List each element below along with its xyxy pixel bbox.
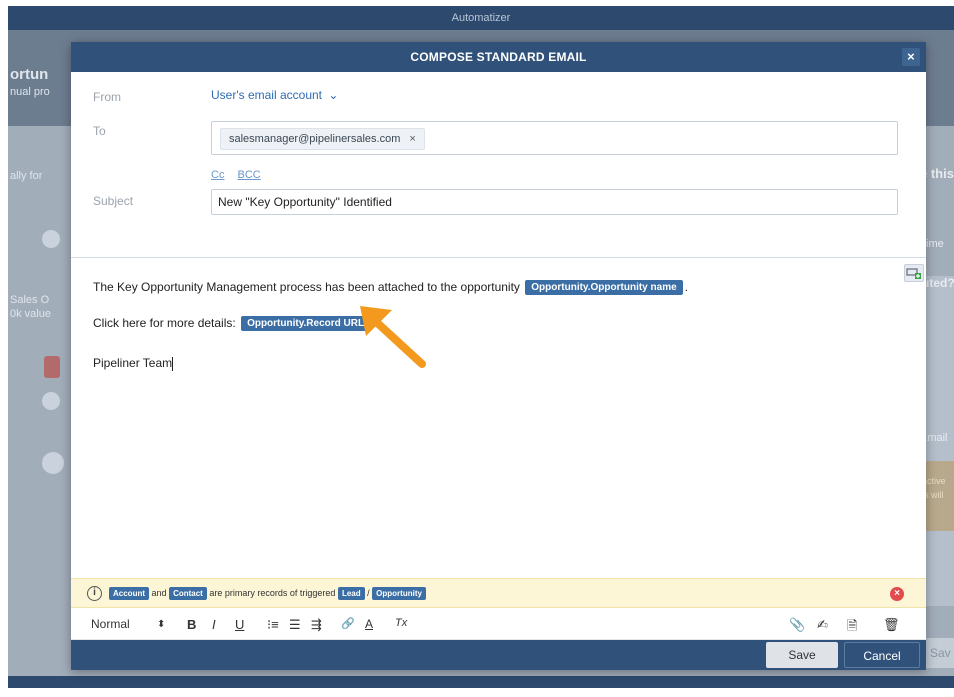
signature-text: Pipeliner Team [93,356,173,370]
indent-icon[interactable]: ⇶ [311,617,322,633]
subject-label: Subject [93,194,134,208]
pointer-arrow-icon [360,306,426,368]
ordered-list-icon[interactable]: ⁝≡ [267,617,279,633]
chevron-down-icon: ⌄ [328,88,339,102]
bg-save-button: Sav [922,638,954,668]
italic-button[interactable]: I [212,617,216,632]
format-arrows-icon[interactable]: ⬍ [157,619,165,630]
info-banner: i Account and Contact are primary record… [71,578,926,608]
close-icon[interactable]: × [902,48,920,66]
insert-field-icon[interactable] [904,264,924,282]
app-bottom-bar [8,676,954,688]
email-header-form: From User's email account ⌄ To salesmana… [71,72,926,258]
bg-right-text-2: ime [926,238,944,250]
to-field[interactable]: salesmanager@pipelinersales.com × [211,121,898,155]
info-slash: / [367,588,370,598]
info-text: Account and Contact are primary records … [109,587,426,600]
cc-bcc-links: Cc BCC [211,169,271,181]
bg-right-text-3: uted? [922,276,954,290]
subject-input[interactable]: New "Key Opportunity" Identified [211,189,898,215]
attachment-icon[interactable]: 📎 [789,617,805,633]
compose-email-dialog: COMPOSE STANDARD EMAIL × From User's ema… [71,42,926,670]
remove-recipient-icon[interactable]: × [409,133,415,145]
body-text-2: Click here for more details: [93,316,236,330]
template-icon[interactable]: 🗎 [847,617,857,639]
recipient-chip: salesmanager@pipelinersales.com × [220,128,425,150]
bg-add-circle [42,230,60,248]
tag-contact: Contact [169,587,207,600]
bg-text-3: ally for [10,170,43,182]
body-line-2: Click here for more details: Opportunity… [93,316,372,332]
merge-field-opportunity-name[interactable]: Opportunity.Opportunity name [525,280,683,296]
bullet-list-icon[interactable]: ☰ [289,617,301,633]
trash-icon[interactable]: 🗑 [883,617,900,633]
email-body-editor[interactable]: The Key Opportunity Management process h… [71,258,926,576]
format-select[interactable]: Normal [91,617,130,631]
clear-format-icon[interactable]: Tx [395,617,407,629]
bold-button[interactable]: B [187,617,196,632]
to-label: To [93,124,106,138]
dialog-title-bar: COMPOSE STANDARD EMAIL × [71,42,926,72]
bg-text-1: ortun [10,66,49,83]
recipient-email: salesmanager@pipelinersales.com [229,133,401,145]
body-line-1: The Key Opportunity Management process h… [93,280,688,296]
app-title: Automatizer [8,6,954,30]
text-caret [172,356,174,371]
from-value: User's email account [211,88,322,102]
tag-account: Account [109,587,149,600]
bg-text-4: Sales O [10,294,50,306]
from-label: From [93,90,121,104]
formatting-toolbar: Normal ⬍ B I U ⁝≡ ☰ ⇶ 🔗 A Tx 📎 ✍ 🗎 🗑 [71,608,926,640]
body-line-3: Pipeliner Team [93,356,174,371]
signature-icon[interactable]: ✍ [817,617,828,633]
app-window: Automatizer ortun nual pro ally for Sale… [8,6,954,688]
cancel-button[interactable]: Cancel [844,642,920,668]
tag-lead: Lead [337,587,365,600]
link-icon[interactable]: 🔗 [341,617,355,630]
bg-node-circle [42,452,64,474]
from-account-select[interactable]: User's email account ⌄ [211,88,338,102]
info-description: are primary records of triggered [209,588,336,598]
info-and: and [151,588,167,598]
body-period: . [684,280,688,294]
save-button[interactable]: Save [766,642,838,668]
bcc-link[interactable]: BCC [238,169,261,181]
bg-text-5: 0k value [10,308,51,320]
underline-button[interactable]: U [235,617,244,632]
dismiss-banner-icon[interactable]: × [890,587,904,601]
bg-add-circle-2 [42,392,60,410]
bg-no-tag [44,356,60,378]
dialog-footer: Save Cancel [71,640,926,670]
info-icon: i [87,586,102,601]
cc-link[interactable]: Cc [211,169,224,181]
body-text-1: The Key Opportunity Management process h… [93,280,520,294]
bg-text-2: nual pro [10,86,50,98]
text-color-icon[interactable]: A [365,617,373,631]
dialog-title: COMPOSE STANDARD EMAIL [410,50,587,64]
tag-opportunity: Opportunity [372,587,426,600]
